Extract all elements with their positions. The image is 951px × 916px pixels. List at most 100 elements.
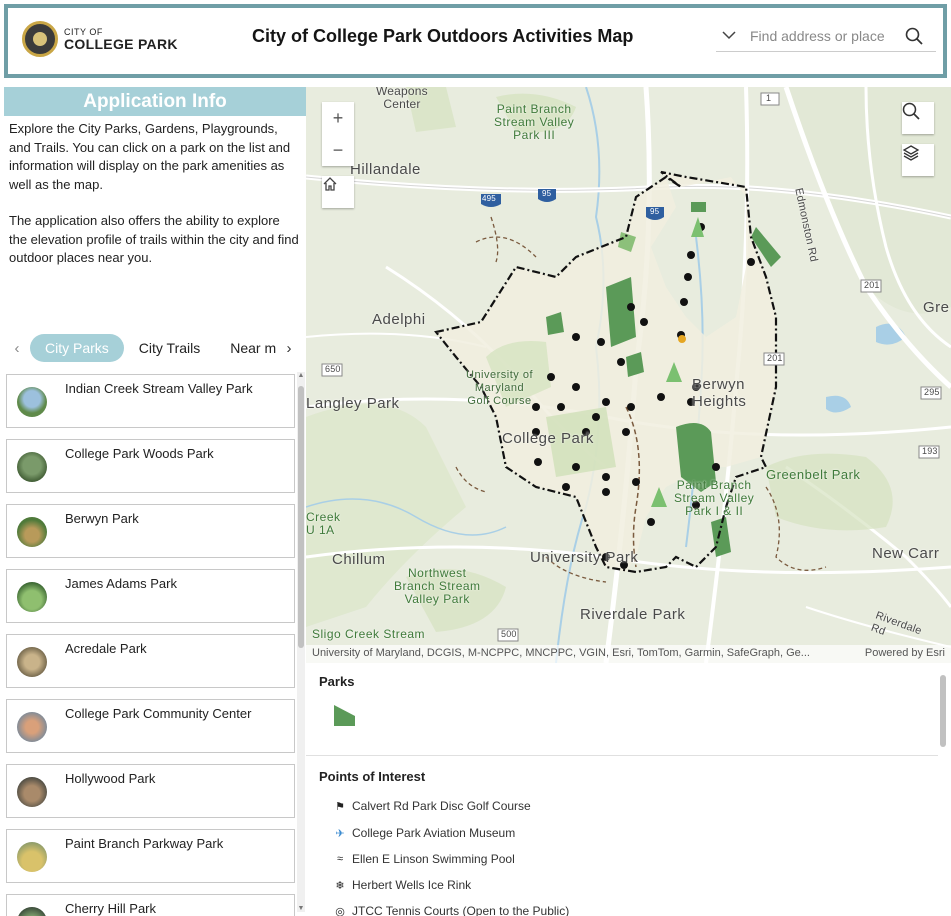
map-label-new-carrollton: New Carr	[872, 545, 940, 562]
map-label-umd-golf: University of Maryland Golf Course	[466, 369, 534, 407]
info-paragraph-1: Explore the City Parks, Gardens, Playgro…	[9, 121, 291, 192]
park-name: Cherry Hill Park	[65, 901, 157, 916]
zoom-in-button[interactable]: +	[322, 102, 354, 134]
park-thumbnail	[17, 842, 47, 872]
legend-poi-title: Points of Interest	[319, 769, 426, 784]
legend-item: ◎ JTCC Tennis Courts (Open to the Public…	[333, 904, 569, 916]
list-item[interactable]: Berwyn Park	[6, 504, 295, 558]
list-item[interactable]: College Park Woods Park	[6, 439, 295, 493]
park-thumbnail	[17, 387, 47, 417]
scroll-down-icon[interactable]: ▼	[297, 905, 305, 912]
park-name: Indian Creek Stream Valley Park	[65, 381, 253, 396]
search-source-dropdown[interactable]	[716, 29, 742, 43]
tabs-scroll-left-icon[interactable]: ‹	[4, 340, 30, 357]
route-1-label: 1	[766, 93, 772, 103]
map-label-sligo-creek: Sligo Creek Stream	[312, 627, 426, 641]
city-logo: CITY OF COLLEGE PARK	[22, 21, 178, 57]
legend-item-label: College Park Aviation Museum	[352, 826, 516, 840]
route-95-label: 95	[542, 189, 552, 198]
tab-city-trails[interactable]: City Trails	[124, 334, 215, 362]
home-button[interactable]	[322, 176, 354, 208]
tennis-icon: ◎	[335, 905, 345, 916]
map-label-university-park: University Park	[530, 549, 639, 566]
map-label-paint-branch-iii: Paint Branch Stream Valley Park III	[494, 102, 575, 142]
application-info-heading: Application Info	[4, 87, 306, 116]
search-input[interactable]	[750, 27, 900, 44]
list-item[interactable]: Indian Creek Stream Valley Park	[6, 374, 295, 428]
park-thumbnail	[17, 712, 47, 742]
search-icon	[902, 102, 920, 120]
map-label-langley-park: Langley Park	[306, 395, 400, 412]
park-polygon-symbol-icon	[334, 705, 355, 726]
tabs-scroll-right-icon[interactable]: ›	[276, 340, 302, 357]
list-item[interactable]: College Park Community Center	[6, 699, 295, 753]
map-label-northwest-branch: Northwest Branch Stream Valley Park	[394, 566, 481, 606]
map-label-college-park: College Park	[502, 430, 594, 447]
park-name: College Park Community Center	[65, 706, 252, 721]
list-item[interactable]: Acredale Park	[6, 634, 295, 688]
layer-list-button[interactable]	[902, 144, 934, 176]
zoom-control: + −	[322, 102, 354, 166]
map-label-hillandale: Hillandale	[350, 161, 421, 178]
park-name: Acredale Park	[65, 641, 147, 656]
legend-item-label: Calvert Rd Park Disc Golf Course	[352, 799, 531, 813]
route-95-label: 95	[650, 207, 660, 216]
map-legend: Parks Points of Interest ⚑ Calvert Rd Pa…	[306, 663, 951, 916]
layers-icon	[902, 145, 920, 161]
legend-scrollbar[interactable]	[940, 675, 946, 747]
legend-item: ✈ College Park Aviation Museum	[333, 826, 515, 840]
route-295-label: 295	[924, 387, 940, 397]
park-name: James Adams Park	[65, 576, 177, 591]
left-panel: Application Info Explore the City Parks,…	[4, 87, 306, 916]
airplane-icon: ✈	[335, 827, 345, 840]
scrollbar-thumb[interactable]	[298, 386, 304, 648]
route-495-label: 495	[482, 194, 496, 203]
skater-icon: ❄	[335, 879, 345, 892]
map-label-greenbelt-park: Greenbelt Park	[766, 467, 861, 482]
map-label-paint-branch-i-ii: Paint Branch Stream Valley Park I & II	[674, 478, 755, 518]
route-201-label: 201	[864, 280, 880, 290]
app-header: CITY OF COLLEGE PARK City of College Par…	[4, 4, 947, 78]
legend-item: ❄ Herbert Wells Ice Rink	[333, 878, 471, 892]
park-thumbnail	[17, 452, 47, 482]
legend-item-label: JTCC Tennis Courts (Open to the Public)	[352, 904, 570, 916]
tab-city-parks[interactable]: City Parks	[30, 334, 124, 362]
list-item[interactable]: James Adams Park	[6, 569, 295, 623]
swimmer-icon: ≈	[336, 853, 344, 865]
legend-item: ≈ Ellen E Linson Swimming Pool	[333, 852, 515, 866]
legend-item-label: Herbert Wells Ice Rink	[352, 878, 472, 892]
chevron-down-icon	[722, 30, 736, 39]
map-label-weapons-center: Weapons Center	[376, 87, 428, 111]
list-item[interactable]: Paint Branch Parkway Park	[6, 829, 295, 883]
search-button[interactable]	[900, 22, 928, 50]
park-name: College Park Woods Park	[65, 446, 214, 461]
list-item[interactable]: Hollywood Park	[6, 764, 295, 818]
powered-by-esri[interactable]: Powered by Esri	[865, 647, 945, 659]
application-info-text: Explore the City Parks, Gardens, Playgro…	[4, 116, 306, 272]
park-thumbnail	[17, 907, 47, 916]
park-list-scrollbar[interactable]: ▲ ▼	[297, 372, 305, 912]
logo-big-text: COLLEGE PARK	[64, 35, 178, 52]
map-label-chillum: Chillum	[332, 551, 386, 568]
route-650-label: 650	[325, 364, 341, 374]
route-201-label: 201	[767, 353, 783, 363]
zoom-out-button[interactable]: −	[322, 134, 354, 166]
route-193-label: 193	[922, 446, 938, 456]
map-search-button[interactable]	[902, 102, 934, 134]
legend-parks-title: Parks	[319, 674, 355, 689]
disc-golf-icon: ⚑	[335, 800, 345, 813]
info-paragraph-2: The application also offers the ability …	[9, 213, 299, 265]
scroll-up-icon[interactable]: ▲	[297, 372, 305, 379]
home-icon	[323, 177, 337, 191]
search-icon	[905, 27, 923, 45]
city-seal-icon	[22, 21, 58, 57]
map-label-adelphi: Adelphi	[372, 311, 426, 328]
map-view[interactable]: 1 495 95 95 201 201 650 295 500 193 Weap…	[306, 87, 951, 663]
legend-item-label: Ellen E Linson Swimming Pool	[352, 852, 515, 866]
park-thumbnail	[17, 582, 47, 612]
search-widget	[716, 20, 936, 52]
map-label-greenbelt-edge: Gre	[923, 299, 950, 316]
map-label-riverdale-park: Riverdale Park	[580, 606, 686, 623]
list-tabs: ‹ City Parks City Trails Near m ›	[4, 332, 306, 364]
list-item[interactable]: Cherry Hill Park	[6, 894, 295, 916]
